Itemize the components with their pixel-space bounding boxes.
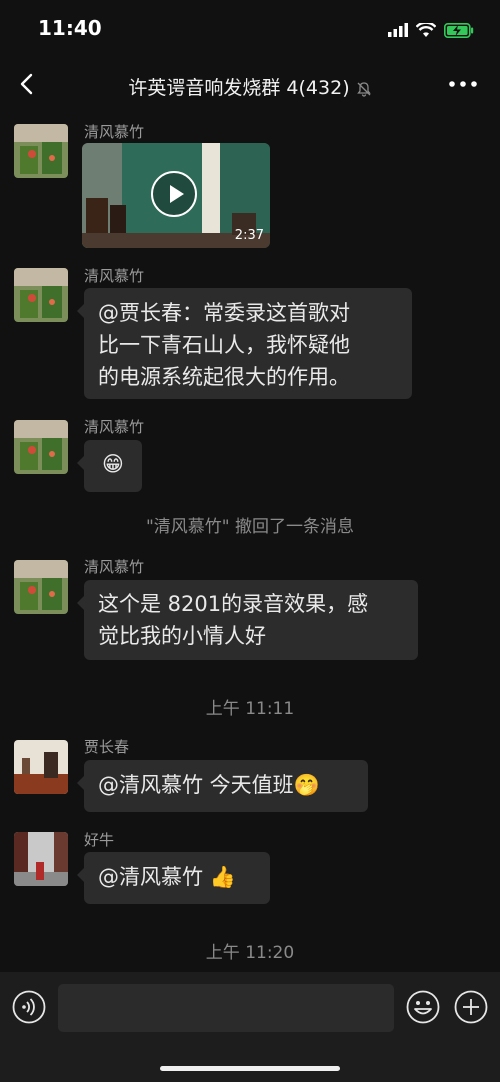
message-line: 这个是 8201的录音效果，感 bbox=[98, 592, 369, 616]
avatar[interactable] bbox=[14, 268, 68, 322]
bell-slash-icon bbox=[356, 82, 371, 97]
message-line: 的电源系统起很大的作用。 bbox=[98, 365, 350, 389]
avatar[interactable] bbox=[14, 124, 68, 178]
message-input[interactable] bbox=[58, 984, 394, 1032]
avatar[interactable] bbox=[14, 832, 68, 886]
battery-charging-icon bbox=[444, 22, 474, 38]
wifi-icon bbox=[416, 22, 436, 37]
sender-name: 清风慕竹 bbox=[84, 267, 145, 285]
message-bubble[interactable]: 😁 bbox=[77, 440, 142, 492]
voice-icon[interactable] bbox=[12, 990, 46, 1024]
avatar[interactable] bbox=[14, 740, 68, 794]
message-text: @清风慕竹 bbox=[98, 865, 203, 889]
home-indicator bbox=[160, 1066, 340, 1071]
sender-name: 清风慕竹 bbox=[84, 123, 145, 141]
message-bubble[interactable]: @清风慕竹 👍 bbox=[77, 852, 270, 904]
message-bubble[interactable]: @清风慕竹 今天值班🤭 bbox=[77, 760, 368, 812]
thinking-emoji: 🤭 bbox=[293, 773, 320, 797]
grinning-emoji: 😁 bbox=[102, 452, 124, 476]
sender-name: 清风慕竹 bbox=[84, 558, 145, 576]
emoji-icon[interactable] bbox=[406, 990, 440, 1024]
message-bubble[interactable]: 这个是 8201的录音效果，感 觉比我的小情人好 bbox=[77, 580, 418, 660]
chat-title: 许英谔音响发烧群 4(432) bbox=[128, 77, 350, 99]
recall-notice: "清风慕竹" 撤回了一条消息 bbox=[145, 517, 355, 537]
sender-name: 清风慕竹 bbox=[84, 418, 145, 436]
message-line: 比一下青石山人，我怀疑他 bbox=[98, 333, 350, 357]
play-icon[interactable] bbox=[151, 171, 197, 217]
avatar[interactable] bbox=[14, 560, 68, 614]
message-bubble[interactable]: @贾长春：常委录这首歌对 比一下青石山人，我怀疑他 的电源系统起很大的作用。 bbox=[77, 288, 412, 399]
sender-name: 贾长春 bbox=[84, 738, 130, 756]
signal-icon bbox=[388, 23, 408, 37]
chat-title-wrap[interactable]: 许英谔音响发烧群 4(432) bbox=[0, 73, 500, 100]
more-horizontal-icon[interactable] bbox=[448, 74, 478, 94]
status-time: 11:40 bbox=[38, 16, 102, 40]
timestamp: 上午 11:11 bbox=[205, 699, 295, 719]
message-text: @清风慕竹 今天值班 bbox=[98, 773, 294, 797]
plus-icon[interactable] bbox=[454, 990, 488, 1024]
sender-name: 好牛 bbox=[84, 831, 115, 849]
video-message[interactable]: 2:37 bbox=[82, 143, 270, 248]
status-bar: 11:40 bbox=[0, 0, 500, 58]
message-line: 觉比我的小情人好 bbox=[98, 624, 266, 648]
video-duration: 2:37 bbox=[234, 228, 264, 243]
thumbs-up-emoji: 👍 bbox=[209, 865, 236, 889]
chat-header: 许英谔音响发烧群 4(432) bbox=[0, 58, 500, 114]
avatar[interactable] bbox=[14, 420, 68, 474]
message-line: @贾长春：常委录这首歌对 bbox=[98, 301, 350, 325]
timestamp: 上午 11:20 bbox=[205, 943, 295, 963]
